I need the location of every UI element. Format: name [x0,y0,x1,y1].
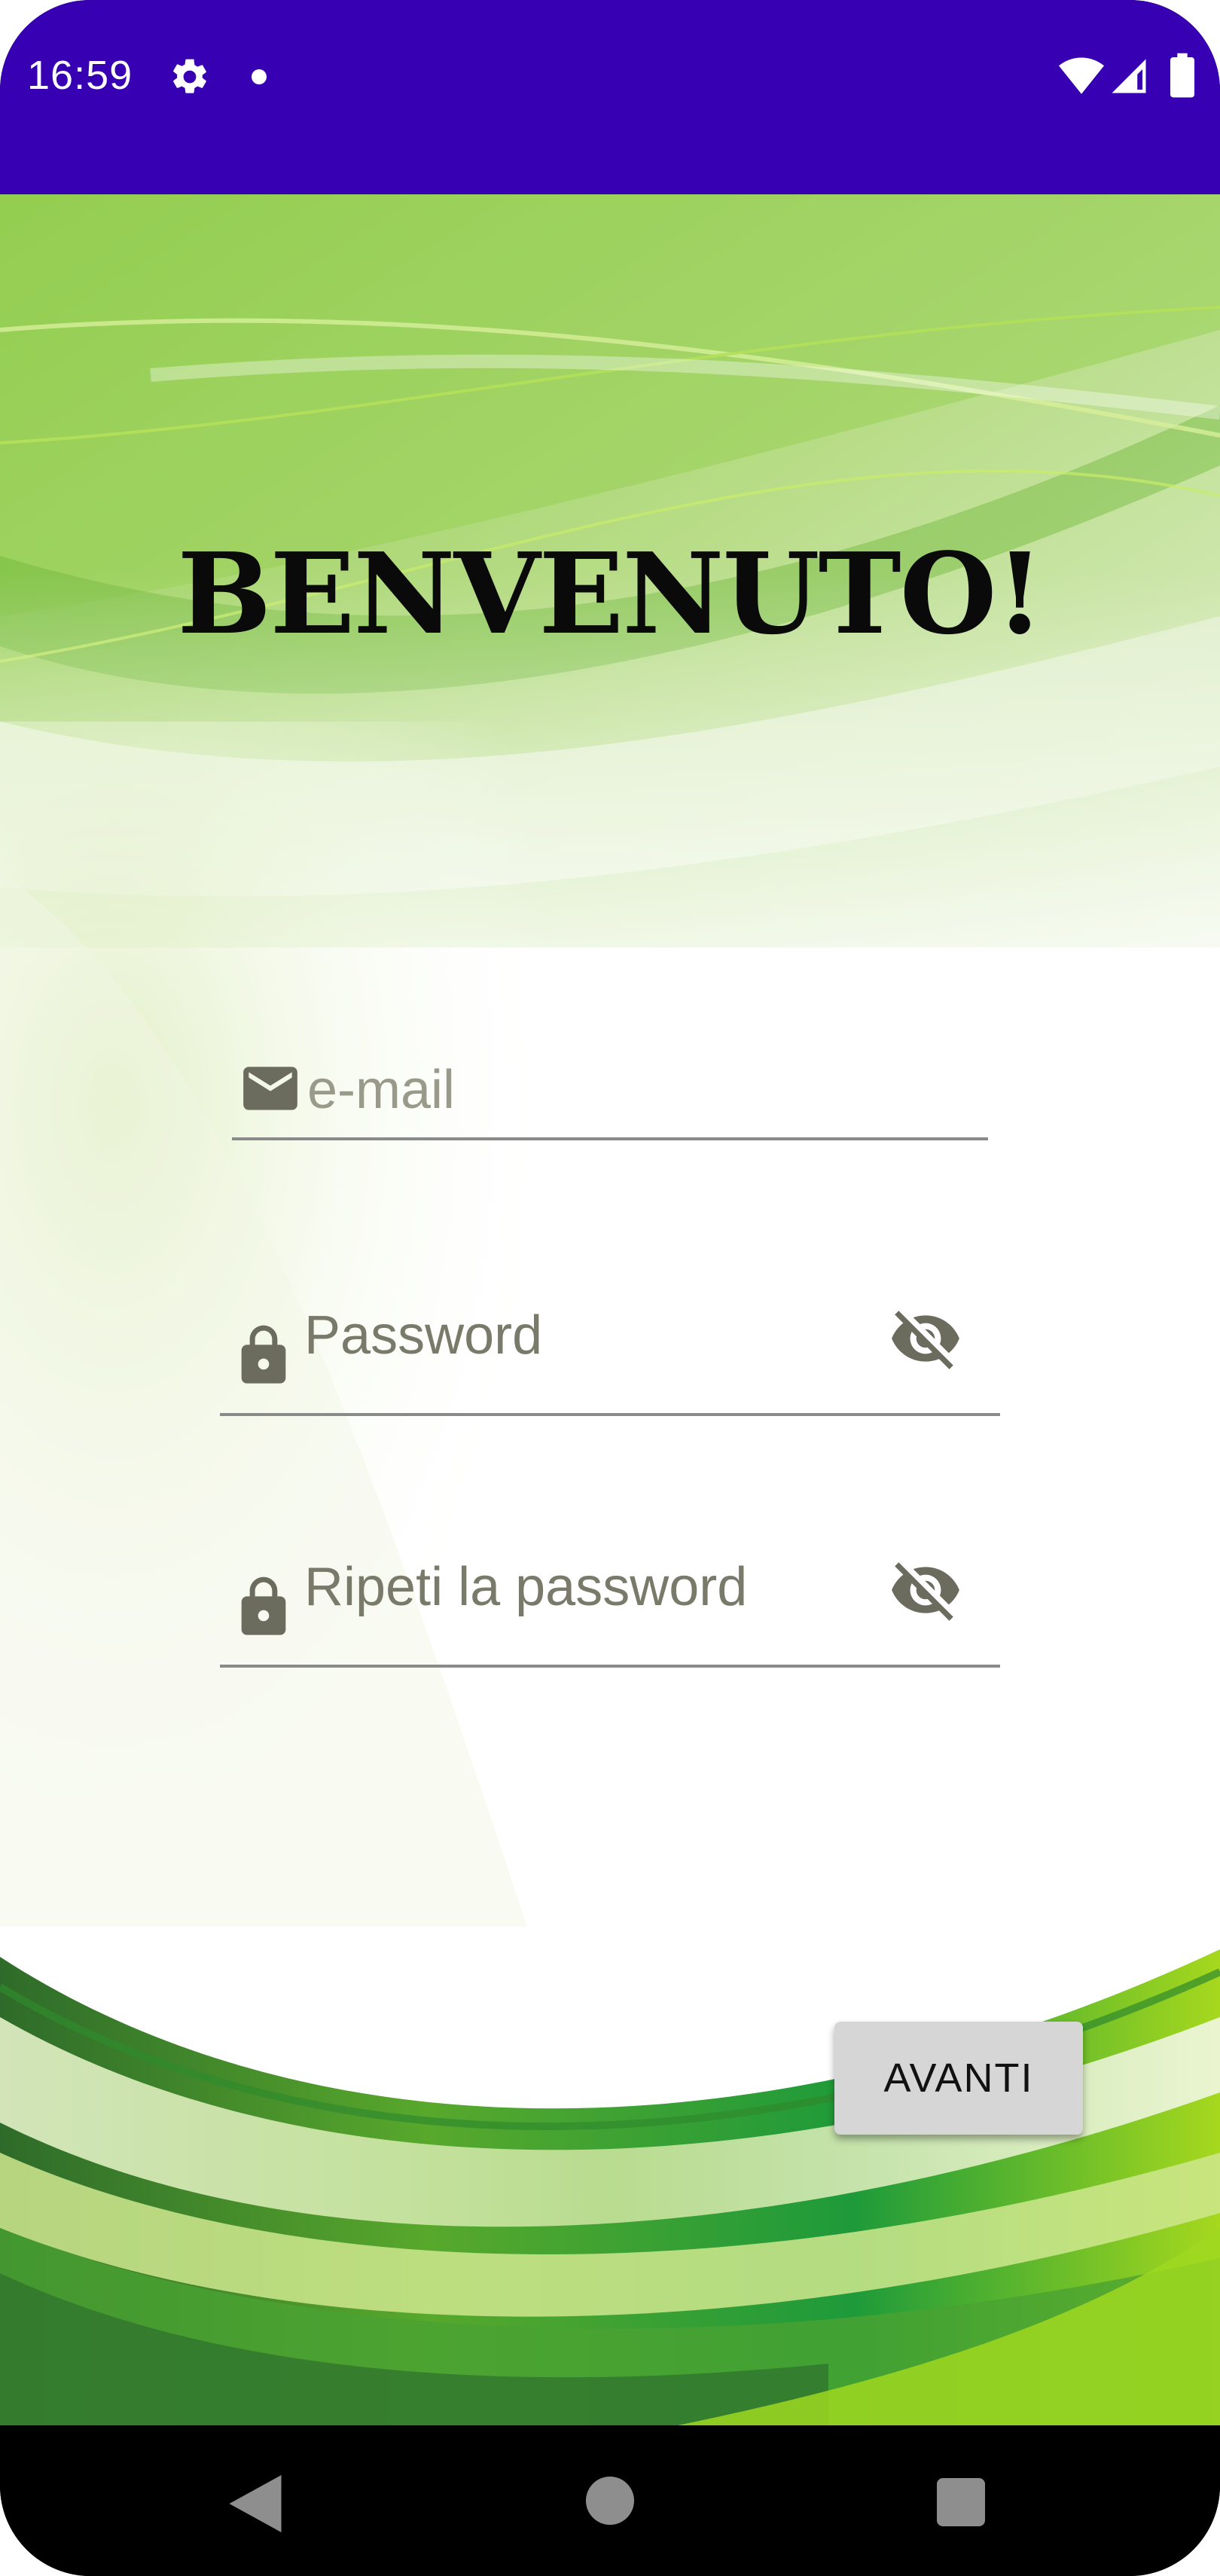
home-circle-icon[interactable] [586,2477,634,2525]
recents-square-icon[interactable] [937,2478,985,2526]
email-underline [232,1137,988,1140]
lock-icon [241,1576,286,1635]
status-time: 16:59 [27,53,133,98]
signal-icon [1112,59,1146,93]
back-triangle-icon[interactable] [229,2475,282,2532]
navigation-bar [0,2425,1220,2576]
battery-icon [1170,53,1194,98]
password-placeholder: Password [304,1305,543,1366]
repeat-password-placeholder: Ripeti la password [304,1557,748,1617]
repeat-password-field[interactable]: Ripeti la password [220,1500,1000,1668]
email-placeholder: e-mail [307,1060,456,1120]
welcome-title: BENVENUTO! [177,528,1044,659]
notification-dot-icon [252,69,267,84]
eye-off-icon[interactable] [889,1302,962,1375]
eye-off-icon[interactable] [889,1553,962,1627]
gear-icon [173,59,206,93]
status-bar: 16:59 [0,0,1220,194]
lock-icon [241,1325,286,1384]
password-field[interactable]: Password [220,1249,1000,1416]
signup-screen: BENVENUTO! e-mail Password Ripeti la pas… [0,194,1220,2425]
repeat-password-underline [220,1665,1000,1668]
password-underline [220,1413,1000,1416]
next-button[interactable]: AVANTI [834,2022,1083,2135]
mail-icon [243,1067,297,1110]
phone-screen: 16:59 BENVENUTO! e-mail Password Ripeti … [0,0,1220,2576]
wifi-icon [1059,57,1104,94]
email-field[interactable]: e-mail [232,993,988,1140]
